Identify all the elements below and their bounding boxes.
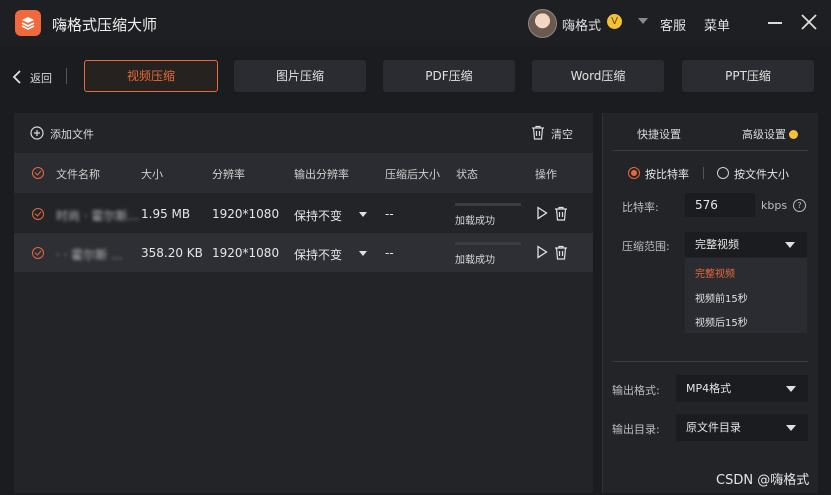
chevron-down-icon: [786, 386, 796, 392]
range-label: 压缩范围:: [622, 240, 670, 253]
account-dropdown-icon[interactable]: [638, 18, 648, 24]
compressed-size: --: [385, 246, 394, 260]
play-icon[interactable]: [536, 245, 548, 259]
bitrate-unit: kbps: [761, 199, 788, 212]
file-name: 时尚 · 霍尔斯...: [56, 209, 139, 223]
avatar[interactable]: [528, 9, 557, 38]
range-select-value: 完整视频: [695, 238, 739, 251]
compressed-size: --: [385, 207, 394, 221]
column-header: 文件名称: [56, 168, 100, 181]
column-header: 分辨率: [212, 168, 245, 181]
trash-icon[interactable]: [554, 245, 568, 260]
divider: [703, 167, 704, 179]
progress-bar: [455, 242, 521, 245]
bitrate-mode-label[interactable]: 按比特率: [645, 166, 689, 182]
table-row[interactable]: · · 霍尔斯 ... 358.20 KB 1920*1080 保持不变 -- …: [14, 233, 593, 272]
table-header: 文件名称 大小 分辨率 输出分辨率 压缩后大小 状态 操作: [14, 153, 593, 193]
tab-video-compress[interactable]: 视频压缩: [84, 60, 218, 92]
tab-word-compress[interactable]: Word压缩: [532, 60, 664, 92]
column-header: 状态: [456, 168, 478, 181]
tab-advanced-settings[interactable]: 高级设置: [742, 126, 798, 142]
trash-icon[interactable]: [554, 206, 568, 221]
column-header: 大小: [141, 168, 163, 181]
filesize-mode-label[interactable]: 按文件大小: [734, 166, 789, 182]
tab-image-compress[interactable]: 图片压缩: [234, 60, 366, 92]
table-row[interactable]: 时尚 · 霍尔斯... 1.95 MB 1920*1080 保持不变 -- 加载…: [14, 194, 593, 233]
file-name: · · 霍尔斯 ...: [56, 248, 123, 262]
bitrate-label: 比特率:: [622, 201, 659, 214]
file-toolbar: 添加文件 清空: [14, 113, 593, 153]
minimize-icon[interactable]: [766, 12, 784, 32]
add-file-label: 添加文件: [50, 128, 94, 141]
range-option-last-15s[interactable]: 视频后15秒: [695, 314, 748, 329]
tab-quick-settings[interactable]: 快捷设置: [637, 126, 681, 142]
format-select-value: MP4格式: [686, 382, 732, 395]
file-size: 1.95 MB: [141, 207, 191, 221]
back-label: 返回: [30, 72, 52, 85]
format-label: 输出格式:: [612, 384, 660, 397]
chevron-left-icon: [12, 70, 21, 84]
row-checkbox[interactable]: [32, 208, 44, 220]
column-header: 输出分辨率: [294, 168, 349, 181]
vip-badge-icon: V: [607, 14, 622, 29]
range-option-first-15s[interactable]: 视频前15秒: [695, 290, 748, 305]
clear-label: 清空: [551, 128, 573, 141]
service-button[interactable]: 客服: [660, 15, 686, 34]
app-title: 嗨格式压缩大师: [52, 16, 158, 34]
column-header: 压缩后大小: [385, 168, 440, 181]
back-button[interactable]: 返回: [12, 67, 68, 87]
divider: [66, 68, 67, 84]
tab-ppt-compress[interactable]: PPT压缩: [682, 60, 814, 92]
range-select[interactable]: 完整视频: [685, 232, 807, 257]
output-dir-value: 原文件目录: [686, 421, 741, 434]
format-select[interactable]: MP4格式: [676, 375, 808, 402]
help-icon[interactable]: ?: [793, 199, 806, 212]
chevron-down-icon: [786, 425, 796, 431]
chevron-down-icon: [785, 242, 795, 248]
chevron-down-icon[interactable]: [359, 251, 367, 256]
output-dir-select[interactable]: 原文件目录: [676, 414, 808, 441]
close-icon[interactable]: [800, 12, 818, 32]
range-option-full[interactable]: 完整视频: [695, 265, 735, 280]
menu-button[interactable]: 菜单: [704, 15, 730, 34]
premium-badge-icon: [789, 130, 798, 139]
plus-circle-icon: [30, 126, 44, 140]
file-size: 358.20 KB: [141, 246, 203, 260]
title-bar: 嗨格式压缩大师 嗨格式 V 客服 菜单: [0, 0, 831, 46]
divider: [612, 150, 808, 151]
play-icon[interactable]: [536, 206, 548, 220]
output-resolution-select[interactable]: 保持不变: [294, 207, 342, 224]
trash-icon: [532, 125, 544, 140]
row-checkbox[interactable]: [32, 247, 44, 259]
range-dropdown-menu: 完整视频 视频前15秒 视频后15秒: [685, 258, 807, 333]
bitrate-mode-radio[interactable]: [628, 167, 640, 179]
status-text: 加载成功: [455, 216, 495, 227]
app-logo-icon: [15, 10, 41, 36]
file-list-panel: 添加文件 清空 文件名称 大小 分辨率 输出分辨率 压缩后大小 状态 操作 时尚…: [14, 113, 593, 493]
output-resolution-select[interactable]: 保持不变: [294, 246, 342, 263]
column-header: 操作: [535, 168, 557, 181]
select-all-checkbox[interactable]: [32, 167, 44, 179]
progress-bar: [455, 203, 521, 206]
filesize-mode-radio[interactable]: [717, 167, 729, 179]
tab-pdf-compress[interactable]: PDF压缩: [383, 60, 515, 92]
watermark: CSDN @嗨格式: [716, 473, 810, 488]
resolution: 1920*1080: [212, 207, 280, 221]
divider: [612, 361, 808, 362]
username[interactable]: 嗨格式: [562, 15, 601, 34]
bitrate-input[interactable]: 576: [685, 193, 755, 217]
status-text: 加载成功: [455, 255, 495, 266]
chevron-down-icon[interactable]: [359, 212, 367, 217]
output-dir-label: 输出目录:: [612, 423, 660, 436]
advanced-settings-label: 高级设置: [742, 128, 786, 141]
resolution: 1920*1080: [212, 246, 280, 260]
